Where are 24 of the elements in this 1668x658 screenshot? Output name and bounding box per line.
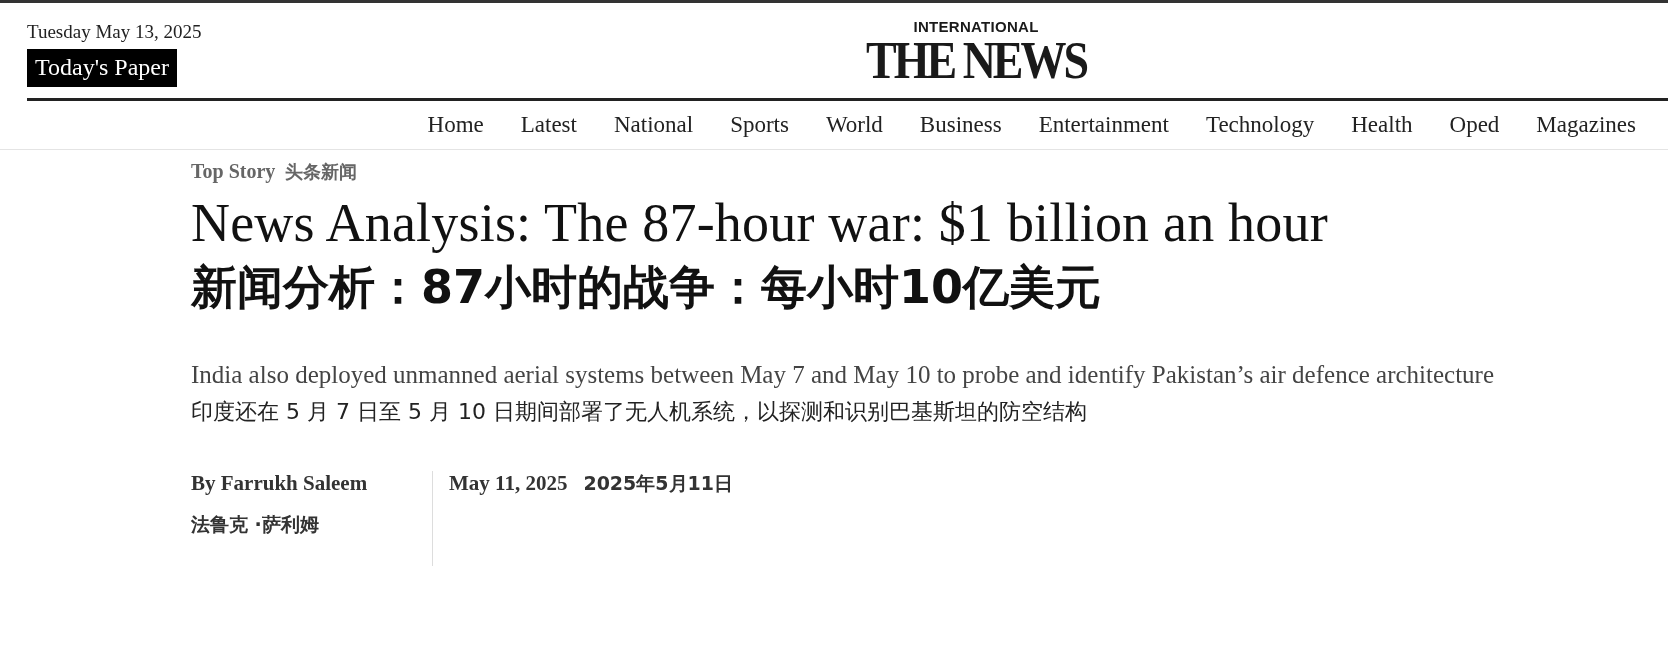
header-date: Tuesday May 13, 2025 <box>27 21 202 43</box>
nav-link[interactable]: Magazines <box>1536 107 1636 149</box>
site-logo[interactable]: INTERNATIONAL THE NEWS <box>866 19 1087 84</box>
nav-link[interactable]: Sports <box>730 107 789 149</box>
nav-link[interactable]: Health <box>1351 107 1413 149</box>
category-translation: 头条新闻 <box>285 160 358 184</box>
nav-link[interactable]: Entertainment <box>1038 107 1169 149</box>
nav-link[interactable]: Home <box>427 107 484 149</box>
todays-paper-button[interactable]: Today's Paper <box>27 49 177 87</box>
nav-link[interactable]: World <box>825 107 883 149</box>
publish-date: May 11, 2025 <box>449 471 568 496</box>
nav-link[interactable]: Latest <box>520 107 577 149</box>
headline-translation: 新闻分析：87小时的战争：每小时10亿美元 <box>191 259 1103 316</box>
nav-link[interactable]: Business <box>919 107 1002 149</box>
headline: News Analysis: The 87-hour war: $1 billion an hour <box>191 192 1329 255</box>
nav-link[interactable]: National <box>613 107 694 149</box>
author-translation: 法鲁克 ·萨利姆 <box>191 512 320 537</box>
summary-translation: 印度还在 5 月 7 日至 5 月 10 日期间部署了无人机系统，以探测和识别巴基斯坦的防空结构 <box>191 398 1088 426</box>
publish-date-translation: 2025年5月11日 <box>583 471 733 496</box>
summary: India also deployed unmanned aerial systems between May 7 and May 10 to probe and identify Pakistan’s air defence architecture <box>191 360 1496 390</box>
nav-link[interactable]: Technology <box>1205 107 1315 149</box>
author-byline: By Farrukh Saleem <box>191 471 369 496</box>
category-label[interactable]: Top Story <box>191 160 276 183</box>
nav-link[interactable]: Oped <box>1449 107 1500 149</box>
